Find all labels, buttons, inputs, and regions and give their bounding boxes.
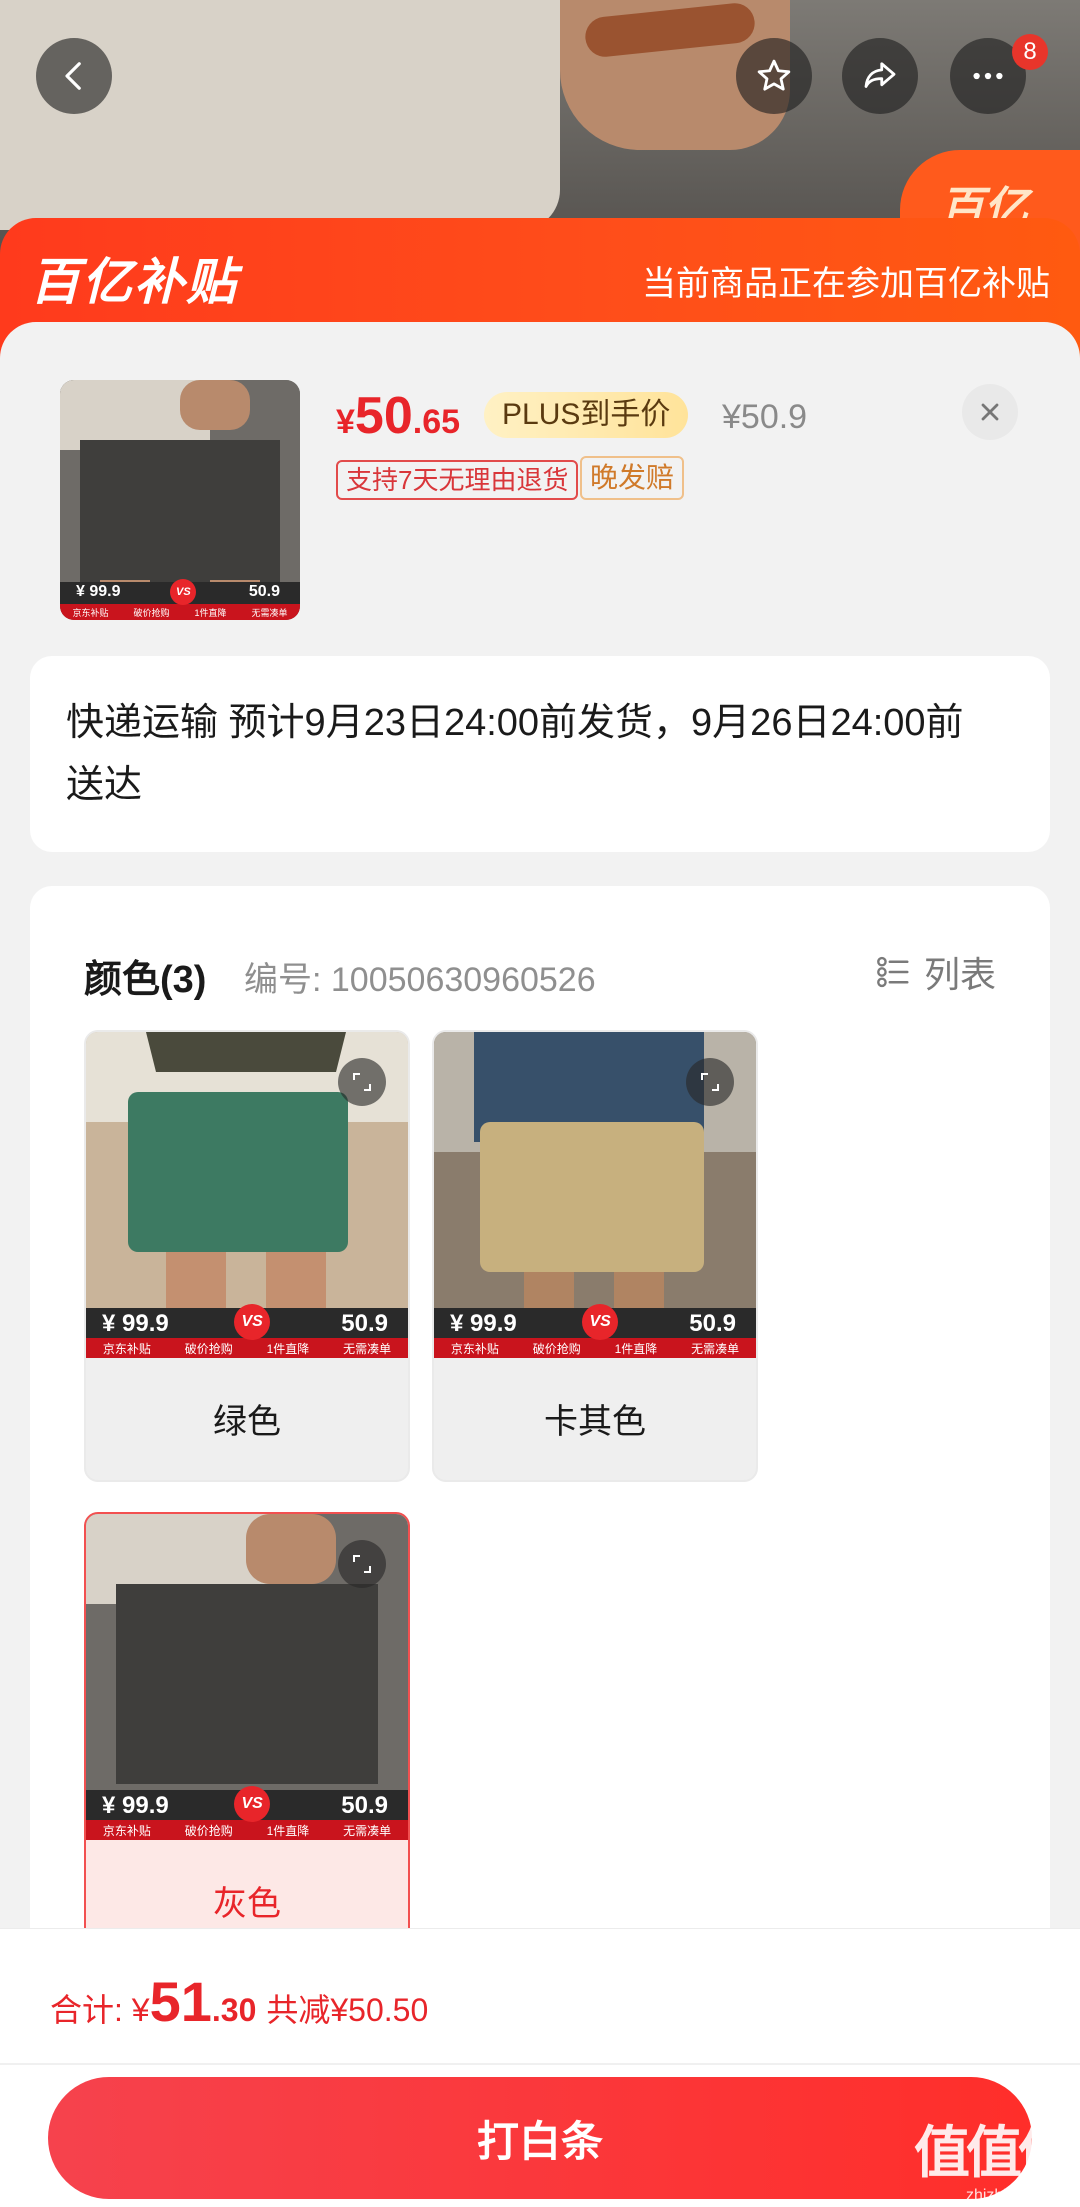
notification-badge: 8 xyxy=(1012,34,1048,70)
color-spec-card: 颜色(3) 编号: 10050630960526 列表 ¥ 99.9 VS 50… xyxy=(30,886,1050,1986)
promo-strip: ¥ 99.9 VS 50.9 京东补贴 破价抢购 1件直降 无需凑单 xyxy=(86,1304,408,1358)
chevron-left-icon xyxy=(65,62,81,90)
expand-icon[interactable] xyxy=(686,1058,734,1106)
discount-amount: 共减¥50.50 xyxy=(266,1992,429,2028)
expand-icon[interactable] xyxy=(338,1058,386,1106)
plus-price-tag: PLUS到手价 xyxy=(484,392,689,438)
star-icon xyxy=(757,59,791,91)
list-view-toggle[interactable]: 列表 xyxy=(874,946,996,998)
checkout-footer: 合计: ¥51.30 共减¥50.50 打白条 值值值 zhizhizhi.com xyxy=(0,1928,1080,2207)
close-button[interactable] xyxy=(962,384,1018,440)
promo-strip: ¥ 99.9 VS 50.9 京东补贴 破价抢购 1件直降 无需凑单 xyxy=(434,1304,756,1358)
close-icon xyxy=(981,403,999,421)
color-option-green[interactable]: ¥ 99.9 VS 50.9 京东补贴 破价抢购 1件直降 无需凑单 绿色 xyxy=(84,1030,410,1482)
subsidy-logo: 百亿补贴 xyxy=(30,254,238,310)
list-icon xyxy=(877,956,909,988)
late-delivery-tag: 晚发赔 xyxy=(580,456,685,500)
option-name: 卡其色 xyxy=(544,1402,646,1441)
sku-number: 编号: 10050630960526 xyxy=(244,961,596,999)
product-summary: ¥ 99.9 VS 50.9 京东补贴 破价抢购 1件直降 无需凑单 ¥50.65 P… xyxy=(0,322,1080,658)
product-thumbnail: ¥ 99.9 VS 50.9 京东补贴 破价抢购 1件直降 无需凑单 xyxy=(60,380,300,620)
delivery-estimate: 快递运输 预计9月23日24:00前发货，9月26日24:00前送达 xyxy=(66,702,964,806)
more-dots-icon xyxy=(973,72,1003,80)
watermark-site: zhizhizhi.com xyxy=(965,2187,1062,2204)
option-image: ¥ 99.9 VS 50.9 京东补贴 破价抢购 1件直降 无需凑单 xyxy=(86,1032,408,1358)
expand-icon[interactable] xyxy=(338,1540,386,1588)
color-option-gray[interactable]: ¥ 99.9 VS 50.9 京东补贴 破价抢购 1件直降 无需凑单 灰色 xyxy=(84,1512,410,1964)
back-button[interactable] xyxy=(36,38,112,114)
return-policy-tag: 支持7天无理由退货 xyxy=(336,460,579,500)
watermark-logo: 值值值 xyxy=(914,2121,1074,2184)
delivery-info-card[interactable]: 快递运输 预计9月23日24:00前发货，9月26日24:00前送达 xyxy=(30,656,1050,852)
promo-strip: ¥ 99.9 VS 50.9 京东补贴 破价抢购 1件直降 无需凑单 xyxy=(86,1786,408,1840)
subsidy-banner-text: 当前商品正在参加百亿补贴 xyxy=(642,265,1050,303)
option-image: ¥ 99.9 VS 50.9 京东补贴 破价抢购 1件直降 无需凑单 xyxy=(86,1514,408,1840)
spec-title: 颜色(3) xyxy=(84,959,207,1001)
color-option-khaki[interactable]: ¥ 99.9 VS 50.9 京东补贴 破价抢购 1件直降 无需凑单 卡其色 xyxy=(432,1030,758,1482)
original-price: ¥50.9 xyxy=(722,398,808,436)
share-icon xyxy=(864,62,896,88)
promo-strip: ¥ 99.9 VS 50.9 京东补贴 破价抢购 1件直降 无需凑单 xyxy=(60,579,300,620)
sku-selector-sheet: ¥ 99.9 VS 50.9 京东补贴 破价抢购 1件直降 无需凑单 ¥50.65 P… xyxy=(0,322,1080,1986)
option-image: ¥ 99.9 VS 50.9 京东补贴 破价抢购 1件直降 无需凑单 xyxy=(434,1032,756,1358)
share-button[interactable] xyxy=(842,38,918,114)
option-name: 绿色 xyxy=(213,1402,281,1441)
pay-with-baitiao-button[interactable]: 打白条 xyxy=(48,2077,1032,2199)
divider xyxy=(0,2063,1080,2065)
favorite-button[interactable] xyxy=(736,38,812,114)
current-price: ¥50.65 xyxy=(336,387,461,445)
order-total: 合计: ¥51.30 共减¥50.50 xyxy=(50,1970,429,2033)
